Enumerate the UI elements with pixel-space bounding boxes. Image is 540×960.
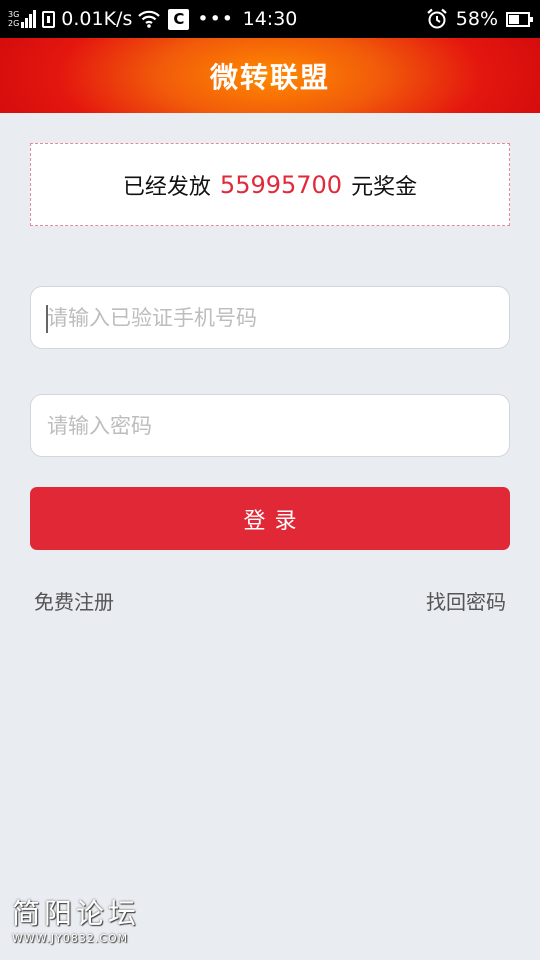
- sim-icon: [42, 10, 56, 28]
- watermark-url: WWW.JY0832.COM: [12, 932, 129, 945]
- password-input[interactable]: [31, 395, 509, 456]
- text-cursor: [46, 305, 48, 333]
- password-field-container: [30, 394, 510, 457]
- bonus-amount: 55995700: [219, 170, 343, 199]
- status-left: 3G 2G 0.01K/s C •••: [8, 0, 234, 38]
- status-right: 58%: [426, 0, 533, 38]
- phone-field-container: [30, 286, 510, 349]
- network-type: 3G 2G: [8, 10, 19, 28]
- alarm-icon: [426, 8, 448, 30]
- page-title: 微转联盟: [209, 60, 330, 94]
- phone-input[interactable]: [31, 287, 509, 348]
- bonus-suffix: 元奖金: [351, 174, 418, 200]
- battery-fill: [509, 14, 520, 24]
- bonus-prefix: 已经发放: [122, 174, 211, 200]
- status-bar: 3G 2G 0.01K/s C ••• 14:30 58%: [0, 0, 540, 38]
- more-notifications-icon: •••: [197, 8, 234, 30]
- signal-icon: [21, 10, 37, 28]
- battery-icon: [506, 11, 533, 27]
- wifi-icon: [138, 10, 161, 28]
- watermark-title: 简阳论坛: [12, 897, 141, 930]
- app-header: 微转联盟: [0, 38, 540, 113]
- network-type-bottom: 2G: [8, 19, 20, 28]
- bonus-banner: 已经发放 55995700 元奖金: [30, 143, 510, 226]
- battery-percent: 58%: [455, 8, 498, 30]
- register-link[interactable]: 免费注册: [34, 586, 114, 615]
- watermark-logo: 简阳论坛 WWW.JY0832.COM: [12, 897, 141, 946]
- login-button[interactable]: 登录: [30, 487, 510, 550]
- network-type-top: 3G: [8, 10, 20, 19]
- forgot-password-link[interactable]: 找回密码: [426, 586, 506, 615]
- network-speed: 0.01K/s: [61, 8, 133, 30]
- app-notification-icon: C: [168, 8, 190, 30]
